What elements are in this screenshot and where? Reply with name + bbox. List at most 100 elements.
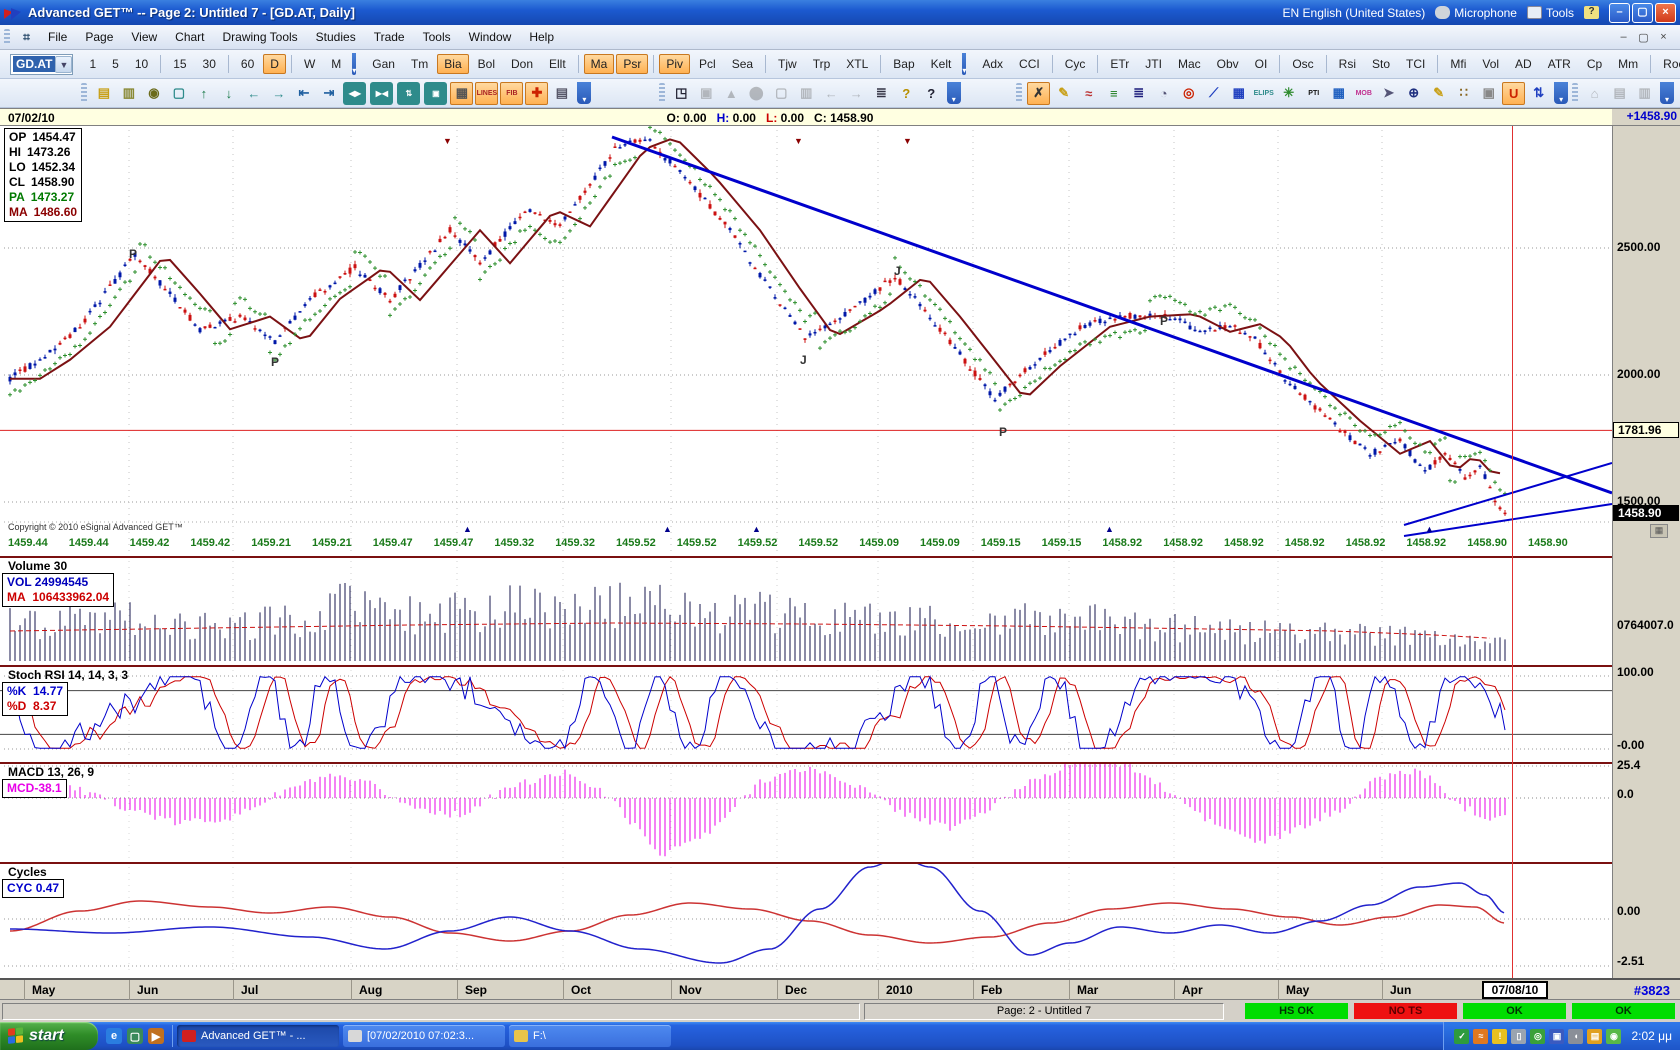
tray-antivirus-icon[interactable]: ✓	[1454, 1029, 1469, 1044]
study-button-kelt[interactable]: Kelt	[924, 54, 959, 74]
expand-horizontal-icon[interactable]: ◀▶	[343, 82, 366, 105]
expand-vertical-icon[interactable]: ⇅	[397, 82, 420, 105]
indicator-button-obv[interactable]: Obv	[1210, 54, 1246, 74]
elips-icon[interactable]: ELIPS	[1252, 82, 1275, 105]
split-adjust-icon[interactable]: ⇅	[1527, 82, 1550, 105]
study-button-xtl[interactable]: XTL	[839, 54, 875, 74]
zoom-in-icon[interactable]: ⊕	[1402, 82, 1425, 105]
delete-icon[interactable]: ▥	[795, 82, 818, 105]
record-icon[interactable]: ◉	[142, 82, 165, 105]
zigzag-lines-icon[interactable]: ≈	[1077, 82, 1100, 105]
timeframe-overflow-button[interactable]: ▾	[352, 53, 356, 75]
print-icon[interactable]: ≣	[870, 82, 893, 105]
refresh-icon[interactable]: ▢	[167, 82, 190, 105]
symbol-dropdown-icon[interactable]: ▼	[55, 56, 72, 73]
file-toolbar-grip[interactable]	[81, 83, 87, 103]
menu-item-view[interactable]: View	[122, 27, 166, 47]
far-overflow-button[interactable]: ▾	[1660, 82, 1674, 104]
menu-item-file[interactable]: File	[39, 27, 76, 47]
home-icon[interactable]: ⌂	[1583, 82, 1606, 105]
stoch-rsi-panel[interactable]: Stoch RSI 14, 14, 3, 3 %K 14.77 %D 8.37	[0, 667, 1612, 762]
help-icon[interactable]: ?	[895, 82, 918, 105]
volume-panel[interactable]: Volume 30 VOL 24994545 MA 106433962.04	[0, 558, 1612, 665]
ellipse-tool-icon[interactable]: ⬤	[745, 82, 768, 105]
study-button-ellt[interactable]: Ellt	[542, 54, 573, 74]
study-button-sea[interactable]: Sea	[725, 54, 760, 74]
timeframe-button-1[interactable]: 1	[82, 54, 103, 74]
timeframe-button-30[interactable]: 30	[196, 54, 223, 74]
timeframe-button-5[interactable]: 5	[105, 54, 126, 74]
menu-item-trade[interactable]: Trade	[365, 27, 414, 47]
properties-icon[interactable]: ▤	[550, 82, 573, 105]
indicator-button-mac[interactable]: Mac	[1171, 54, 1208, 74]
tray-usb-icon[interactable]: ▯	[1511, 1029, 1526, 1044]
menu-item-window[interactable]: Window	[460, 27, 521, 47]
tray-pdf-icon[interactable]: ▣	[1549, 1029, 1564, 1044]
indicator-button-adx[interactable]: Adx	[975, 54, 1010, 74]
study-button-bia[interactable]: Bia	[437, 54, 468, 74]
page-setup-icon[interactable]: ▥	[1633, 82, 1656, 105]
language-indicator[interactable]: EN English (United States)	[1283, 6, 1426, 20]
redo-icon[interactable]: →	[845, 82, 868, 105]
menu-item-studies[interactable]: Studies	[307, 27, 365, 47]
indicator-button-tci[interactable]: TCI	[1399, 54, 1432, 74]
study-button-bol[interactable]: Bol	[471, 54, 502, 74]
far-toolbar-grip[interactable]	[1572, 83, 1578, 103]
tray-java-icon[interactable]: ≈	[1473, 1029, 1488, 1044]
pin-icon[interactable]: ➤	[1377, 82, 1400, 105]
taskbar-button-advanced-get[interactable]: Advanced GET™ - ...	[177, 1025, 339, 1047]
study-button-tjw[interactable]: Tjw	[771, 54, 804, 74]
compress-horizontal-icon[interactable]: ▶◀	[370, 82, 393, 105]
page-right-icon[interactable]: →	[267, 82, 290, 105]
symbol-combobox[interactable]: GD.AT ▼	[10, 54, 73, 75]
mdi-restore-button[interactable]: ▢	[1635, 30, 1652, 45]
context-help-icon[interactable]: ?	[920, 82, 943, 105]
indicator-button-cp[interactable]: Cp	[1580, 54, 1609, 74]
step-left-icon[interactable]: ⇤	[292, 82, 315, 105]
mdi-close-button[interactable]: ×	[1655, 30, 1672, 45]
study-button-piv[interactable]: Piv	[659, 54, 690, 74]
chart-type-icon[interactable]: ◳	[670, 82, 693, 105]
indicator-button-atr[interactable]: ATR	[1541, 54, 1578, 74]
start-button[interactable]: start	[0, 1022, 98, 1050]
study-button-bap[interactable]: Bap	[886, 54, 921, 74]
tray-display-icon[interactable]: ◉	[1606, 1029, 1621, 1044]
page-left-icon[interactable]: ←	[242, 82, 265, 105]
fib-toggle-icon[interactable]: FIB	[500, 82, 523, 105]
taskbar-button-folder[interactable]: F:\	[509, 1025, 671, 1047]
timeframe-button-w[interactable]: W	[297, 54, 322, 74]
target-icon[interactable]: ◎	[1177, 82, 1200, 105]
scroll-down-icon[interactable]: ↓	[217, 82, 240, 105]
indicator-button-mfi[interactable]: Mfi	[1443, 54, 1473, 74]
minimize-button[interactable]: –	[1609, 3, 1630, 23]
scroll-up-icon[interactable]: ↑	[192, 82, 215, 105]
indicator-button-vol[interactable]: Vol	[1475, 54, 1506, 74]
indicator-button-jti[interactable]: JTI	[1138, 54, 1169, 74]
indicator-button-osc[interactable]: Osc	[1285, 54, 1320, 74]
horizontal-lines-icon[interactable]: ≡	[1102, 82, 1125, 105]
indicator-button-cyc[interactable]: Cyc	[1058, 54, 1093, 74]
restore-button[interactable]: ▢	[1632, 3, 1653, 23]
menu-item-tools[interactable]: Tools	[414, 27, 460, 47]
indicator-button-oi[interactable]: OI	[1248, 54, 1275, 74]
highlight-icon[interactable]: ✎	[1427, 82, 1450, 105]
magnet-icon[interactable]: U	[1502, 82, 1525, 105]
andrews-icon[interactable]: ✳	[1277, 82, 1300, 105]
pti-icon[interactable]: PTI	[1302, 82, 1325, 105]
zoom-out-icon[interactable]: ▤	[1608, 82, 1631, 105]
mob-grid-icon[interactable]: ▦	[1327, 82, 1350, 105]
taskbar-button-log-window[interactable]: [07/02/2010 07:02:3...	[343, 1025, 505, 1047]
media-player-icon[interactable]: ▶	[148, 1028, 164, 1044]
timeframe-button-10[interactable]: 10	[128, 54, 155, 74]
delete-drawing-icon[interactable]: ✗	[1027, 82, 1050, 105]
crosshair-toggle-icon[interactable]: ✚	[525, 82, 548, 105]
show-desktop-icon[interactable]: ▢	[127, 1028, 143, 1044]
close-button[interactable]: ×	[1655, 3, 1676, 23]
blank-page-icon[interactable]: ▢	[770, 82, 793, 105]
indicator-button-rsi[interactable]: Rsi	[1332, 54, 1363, 74]
tray-security-alert-icon[interactable]: !	[1492, 1029, 1507, 1044]
study-button-pcl[interactable]: Pcl	[692, 54, 723, 74]
drawing-toolbar-grip[interactable]	[1016, 83, 1022, 103]
undo-icon[interactable]: ←	[820, 82, 843, 105]
compress-vertical-icon[interactable]: ▣	[424, 82, 447, 105]
